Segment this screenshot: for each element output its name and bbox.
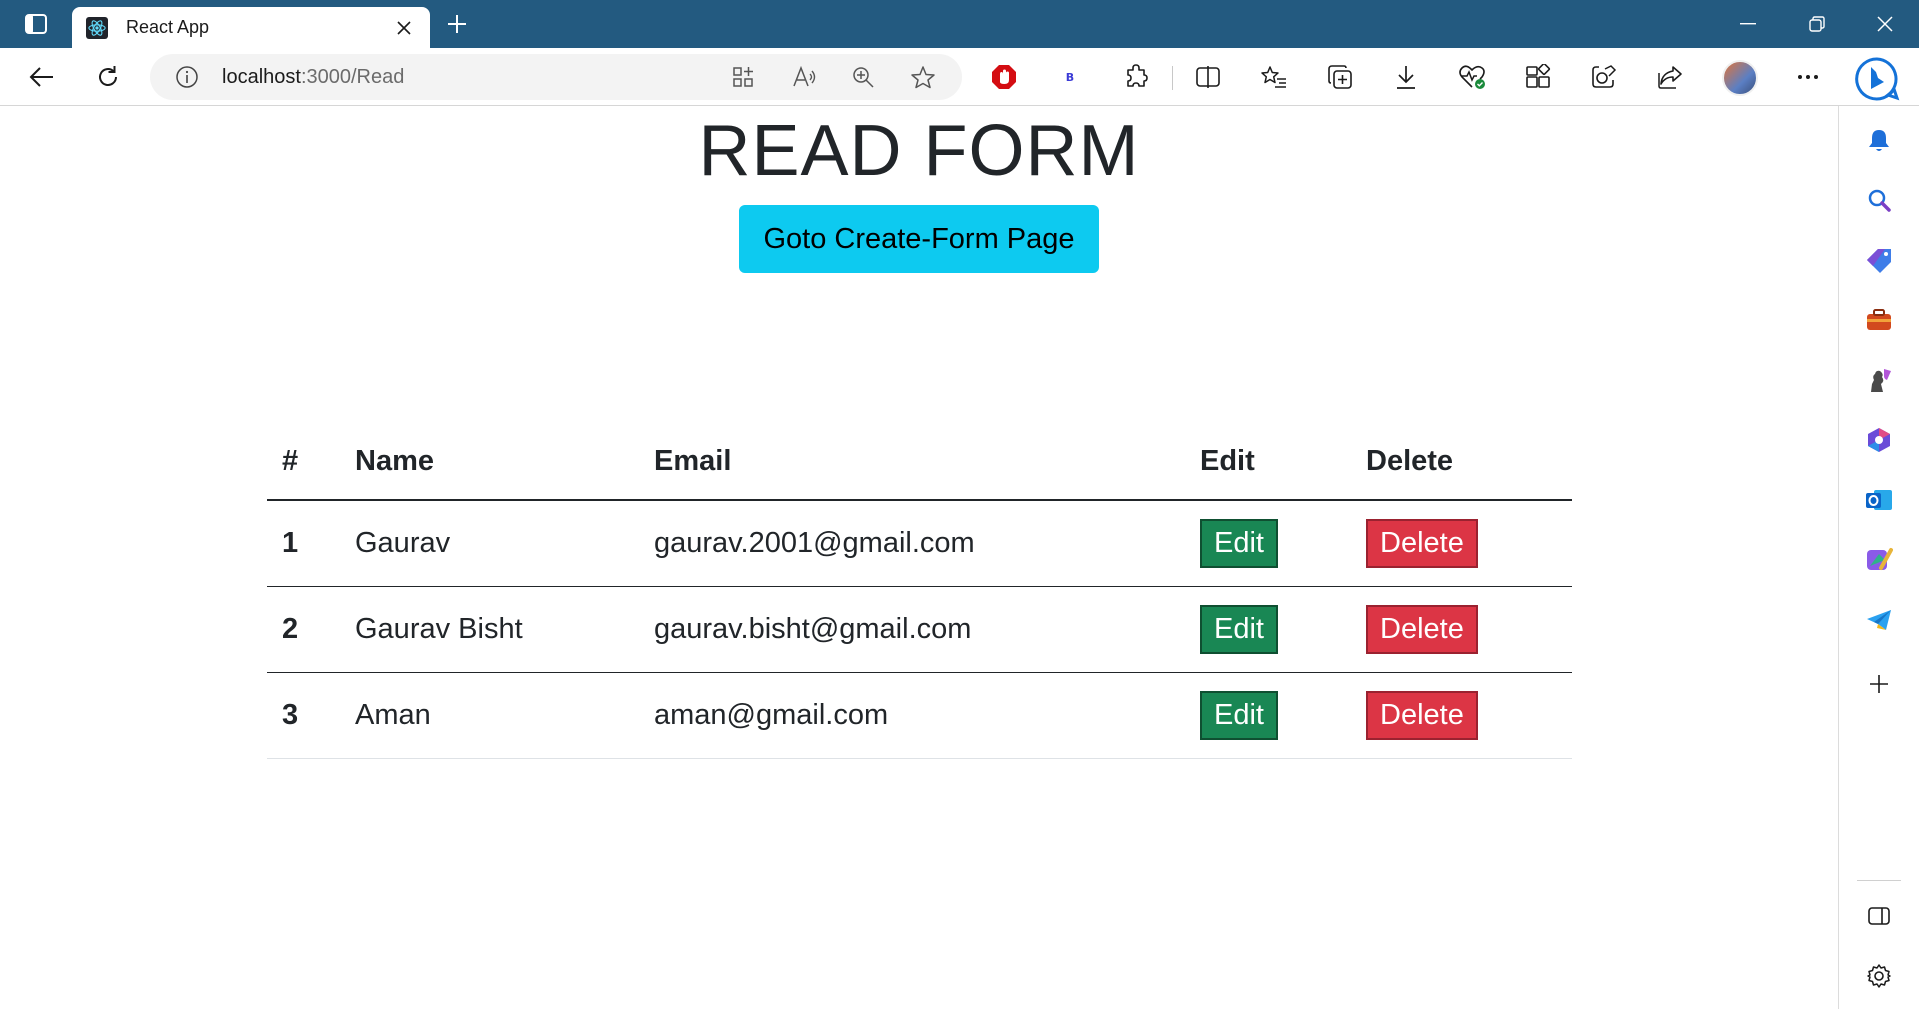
table-row: 3 Aman aman@gmail.com Edit Delete	[267, 672, 1572, 759]
favorite-star-icon[interactable]	[908, 62, 938, 92]
avatar[interactable]	[1722, 60, 1758, 96]
outlook-icon[interactable]	[1861, 482, 1897, 518]
settings-icon[interactable]	[1861, 958, 1897, 994]
screenshot-icon[interactable]	[1586, 59, 1622, 95]
header-email: Email	[639, 424, 1185, 501]
header-number: #	[267, 424, 340, 501]
table-header-row: # Name Email Edit Delete	[267, 424, 1572, 501]
address-bar[interactable]: localhost:3000/Read	[150, 54, 962, 100]
row-number: 3	[267, 672, 340, 759]
page-content: READ FORM Goto Create-Form Page # Name E…	[0, 106, 1838, 1009]
svg-text:B: B	[1066, 71, 1074, 84]
browser-titlebar: React App	[0, 0, 1919, 48]
refresh-icon[interactable]	[90, 59, 126, 95]
row-email: gaurav.2001@gmail.com	[639, 500, 1185, 587]
row-delete-cell: Delete	[1351, 500, 1572, 587]
delete-button[interactable]: Delete	[1366, 518, 1478, 568]
zoom-icon[interactable]	[848, 62, 878, 92]
row-name: Gaurav	[340, 500, 639, 587]
row-number: 2	[267, 586, 340, 673]
read-aloud-icon[interactable]	[790, 62, 820, 92]
row-name: Gaurav Bisht	[340, 586, 639, 673]
page-title: READ FORM	[698, 111, 1140, 191]
window-close-icon[interactable]	[1851, 0, 1919, 48]
users-table: # Name Email Edit Delete 1 Gaurav gaurav…	[267, 424, 1572, 759]
extension-b-icon[interactable]: B	[1052, 59, 1088, 95]
minimize-icon[interactable]	[1714, 0, 1782, 48]
url-text[interactable]: localhost:3000/Read	[222, 66, 404, 89]
row-email: gaurav.bisht@gmail.com	[639, 586, 1185, 673]
bell-icon[interactable]	[1861, 122, 1897, 158]
row-number: 1	[267, 500, 340, 587]
microsoft365-icon[interactable]	[1861, 422, 1897, 458]
tab-actions-icon[interactable]	[20, 12, 52, 36]
table-row: 2 Gaurav Bisht gaurav.bisht@gmail.com Ed…	[267, 586, 1572, 673]
row-email: aman@gmail.com	[639, 672, 1185, 759]
more-icon[interactable]	[1790, 59, 1826, 95]
browser-essentials-icon[interactable]	[1454, 59, 1490, 95]
edit-button[interactable]: Edit	[1200, 518, 1278, 568]
adblock-icon[interactable]	[986, 59, 1022, 95]
telegram-icon[interactable]	[1861, 602, 1897, 638]
row-name: Aman	[340, 672, 639, 759]
row-edit-cell: Edit	[1185, 672, 1351, 759]
goto-create-form-button[interactable]: Goto Create-Form Page	[739, 205, 1099, 273]
restore-icon[interactable]	[1783, 0, 1851, 48]
url-host: localhost	[222, 66, 301, 88]
toolbar-divider	[1172, 66, 1173, 90]
header-edit: Edit	[1185, 424, 1351, 501]
close-icon[interactable]	[392, 16, 416, 40]
back-icon[interactable]	[24, 59, 60, 95]
row-edit-cell: Edit	[1185, 500, 1351, 587]
edge-sidebar	[1838, 106, 1919, 1009]
edit-button[interactable]: Edit	[1200, 604, 1278, 654]
apps-icon[interactable]	[1520, 59, 1556, 95]
row-delete-cell: Delete	[1351, 672, 1572, 759]
copilot-icon[interactable]	[1852, 54, 1902, 104]
favorites-icon[interactable]	[1256, 59, 1292, 95]
delete-button[interactable]: Delete	[1366, 690, 1478, 740]
row-edit-cell: Edit	[1185, 586, 1351, 673]
edit-button[interactable]: Edit	[1200, 690, 1278, 740]
browser-toolbar: localhost:3000/Read B	[0, 48, 1919, 106]
plus-icon[interactable]	[442, 10, 472, 38]
designer-icon[interactable]	[1861, 542, 1897, 578]
sidebar-toggle-icon[interactable]	[1861, 898, 1897, 934]
collections-icon[interactable]	[1322, 59, 1358, 95]
tools-icon[interactable]	[1861, 302, 1897, 338]
split-screen-icon[interactable]	[1190, 59, 1226, 95]
search-icon[interactable]	[1861, 182, 1897, 218]
info-icon[interactable]	[172, 62, 202, 92]
table-row: 1 Gaurav gaurav.2001@gmail.com Edit Dele…	[267, 500, 1572, 587]
react-icon	[86, 16, 108, 39]
tab-title: React App	[126, 17, 210, 37]
share-icon[interactable]	[1652, 59, 1688, 95]
downloads-icon[interactable]	[1388, 59, 1424, 95]
app-available-icon[interactable]	[728, 62, 758, 92]
delete-button[interactable]: Delete	[1366, 604, 1478, 654]
add-icon[interactable]	[1861, 666, 1897, 702]
header-delete: Delete	[1351, 424, 1572, 501]
header-name: Name	[340, 424, 639, 501]
shopping-icon[interactable]	[1861, 242, 1897, 278]
games-icon[interactable]	[1861, 362, 1897, 398]
row-delete-cell: Delete	[1351, 586, 1572, 673]
browser-tab[interactable]: React App	[72, 7, 430, 48]
extensions-icon[interactable]	[1118, 59, 1154, 95]
sidebar-divider	[1857, 880, 1901, 881]
url-path: :3000/Read	[300, 66, 405, 88]
